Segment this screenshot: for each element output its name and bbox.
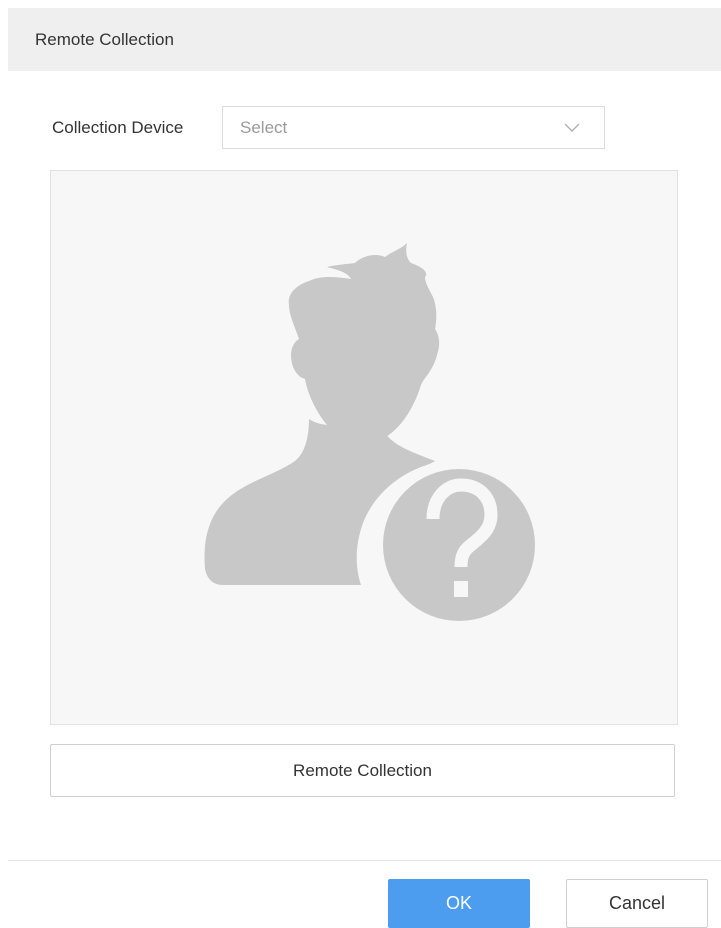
- collection-device-select[interactable]: Select: [222, 106, 605, 149]
- remote-collection-button[interactable]: Remote Collection: [50, 744, 675, 797]
- unknown-person-icon: [204, 243, 543, 629]
- cancel-button[interactable]: Cancel: [566, 879, 708, 928]
- collection-device-row: Collection Device: [52, 106, 191, 149]
- photo-preview-area: [50, 170, 678, 725]
- select-placeholder: Select: [240, 117, 288, 137]
- collection-device-label: Collection Device: [52, 117, 184, 137]
- ok-button[interactable]: OK: [388, 879, 530, 928]
- dialog-title: Remote Collection: [35, 29, 174, 49]
- dialog-header: Remote Collection: [8, 8, 721, 71]
- footer-divider: [8, 860, 721, 861]
- chevron-down-icon: [564, 120, 580, 132]
- remote-collection-dialog: Remote Collection Collection Device Sele…: [0, 0, 721, 928]
